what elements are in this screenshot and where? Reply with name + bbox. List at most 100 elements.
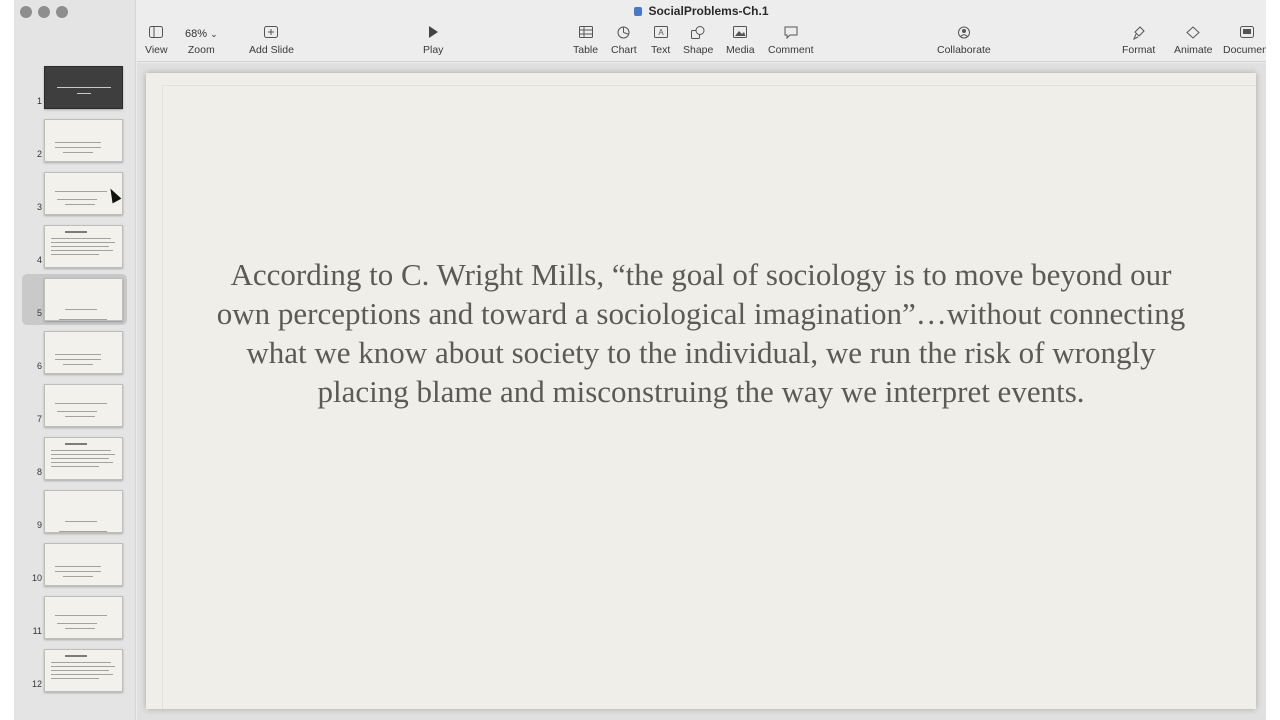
slide-thumbnail-4[interactable]: 4 <box>14 225 135 275</box>
preview-text-line <box>51 462 113 463</box>
play-button[interactable]: Play <box>423 26 443 56</box>
animate-diamond-icon <box>1174 26 1213 44</box>
animate-label: Animate <box>1174 44 1213 56</box>
preview-text-line <box>51 678 99 679</box>
format-button[interactable]: Format <box>1122 26 1155 56</box>
preview-text-line <box>63 152 93 153</box>
document-button[interactable]: Document <box>1223 26 1266 56</box>
slide-thumbnail-5[interactable]: 5 <box>14 274 135 328</box>
preview-text-line <box>55 615 107 616</box>
shape-icon <box>683 26 713 44</box>
slide-thumbnail-6[interactable]: 6 <box>14 331 135 381</box>
slide-preview <box>44 596 123 639</box>
preview-text-line <box>51 450 111 451</box>
preview-text-line <box>51 466 99 467</box>
table-label: Table <box>573 44 599 56</box>
comment-icon <box>768 26 814 44</box>
preview-text-line <box>65 443 87 445</box>
slide-preview <box>44 649 123 692</box>
slide-number: 7 <box>36 414 42 424</box>
text-box-icon: A <box>651 26 670 44</box>
slide-preview <box>44 278 123 321</box>
slide-preview <box>44 66 123 109</box>
preview-text-line <box>65 204 95 205</box>
preview-text-line <box>57 199 97 200</box>
slide-number: 1 <box>36 96 42 106</box>
add-slide-button[interactable]: Add Slide <box>249 26 294 56</box>
zoom-window-button[interactable] <box>56 6 68 18</box>
slide-thumbnail-8[interactable]: 8 <box>14 437 135 487</box>
preview-text-line <box>65 231 87 233</box>
document-title-text: SocialProblems-Ch.1 <box>648 4 769 18</box>
slide-number: 2 <box>36 149 42 159</box>
table-button[interactable]: Table <box>573 26 598 56</box>
slide-number: 9 <box>36 520 42 530</box>
zoom-value: 68% ⌄ <box>185 26 218 44</box>
preview-text-line <box>51 254 99 255</box>
minimize-window-button[interactable] <box>38 6 50 18</box>
collaborate-icon <box>937 26 991 44</box>
play-label: Play <box>423 44 444 56</box>
preview-text-line <box>65 521 97 522</box>
preview-text-line <box>51 670 109 671</box>
chart-pie-icon <box>611 26 637 44</box>
preview-text-line <box>55 142 101 143</box>
slide-thumbnail-12[interactable]: 12 <box>14 649 135 699</box>
slide-thumbnail-9[interactable]: 9 <box>14 490 135 540</box>
slide-navigator[interactable]: 1 2 3 4 5 6 7 8 9 10 11 12 <box>14 0 136 720</box>
slide-preview <box>44 119 123 162</box>
preview-text-line <box>57 411 97 412</box>
view-label: View <box>145 44 168 56</box>
text-button[interactable]: A Text <box>651 26 670 56</box>
view-button[interactable]: View <box>145 26 168 56</box>
slide-thumbnail-1[interactable]: 1 <box>14 66 135 116</box>
chart-label: Chart <box>611 44 637 56</box>
slide-thumbnail-7[interactable]: 7 <box>14 384 135 434</box>
slide-number: 4 <box>36 255 42 265</box>
preview-text-line <box>51 674 113 675</box>
current-slide[interactable]: According to C. Wright Mills, “the goal … <box>146 73 1256 709</box>
slide-canvas[interactable]: According to C. Wright Mills, “the goal … <box>137 63 1266 720</box>
play-icon <box>423 26 443 44</box>
chart-button[interactable]: Chart <box>611 26 637 56</box>
preview-text-line <box>55 403 107 404</box>
preview-text-line <box>51 242 115 243</box>
preview-text-line <box>55 566 101 567</box>
preview-text-line <box>55 191 107 192</box>
preview-text-line <box>51 454 115 455</box>
slide-preview <box>44 331 123 374</box>
keynote-document-icon <box>634 7 643 16</box>
zoom-control[interactable]: 68% ⌄ Zoom <box>185 26 218 56</box>
slide-preview <box>44 384 123 427</box>
text-label: Text <box>651 44 671 56</box>
add-slide-label: Add Slide <box>249 44 294 56</box>
image-icon <box>726 26 755 44</box>
slide-thumbnail-10[interactable]: 10 <box>14 543 135 593</box>
preview-text-line <box>55 359 101 360</box>
slide-thumbnail-11[interactable]: 11 <box>14 596 135 646</box>
preview-text-line <box>51 662 111 663</box>
slide-number: 10 <box>31 573 42 583</box>
preview-text-line <box>77 93 91 94</box>
slide-preview <box>44 437 123 480</box>
preview-text-line <box>51 458 109 459</box>
comment-button[interactable]: Comment <box>768 26 814 56</box>
media-label: Media <box>726 44 755 56</box>
slide-thumbnail-2[interactable]: 2 <box>14 119 135 169</box>
shape-button[interactable]: Shape <box>683 26 713 56</box>
collaborate-button[interactable]: Collaborate <box>937 26 991 56</box>
preview-text-line <box>55 354 101 355</box>
slide-body-text[interactable]: According to C. Wright Mills, “the goal … <box>206 255 1196 411</box>
media-button[interactable]: Media <box>726 26 755 56</box>
close-window-button[interactable] <box>20 6 32 18</box>
slide-number: 12 <box>31 679 42 689</box>
preview-text-line <box>57 623 97 624</box>
animate-button[interactable]: Animate <box>1174 26 1213 56</box>
toolbar: SocialProblems-Ch.1 View 68% ⌄ Zoom Add … <box>137 0 1266 62</box>
slide-preview <box>44 490 123 533</box>
preview-text-line <box>59 319 107 320</box>
keynote-window: 1 2 3 4 5 6 7 8 9 10 11 12 SocialProblems-Ch.1 View… <box>14 0 1266 720</box>
preview-text-line <box>63 364 93 365</box>
chevron-down-icon: ⌄ <box>210 29 218 39</box>
add-slide-icon <box>249 26 294 44</box>
